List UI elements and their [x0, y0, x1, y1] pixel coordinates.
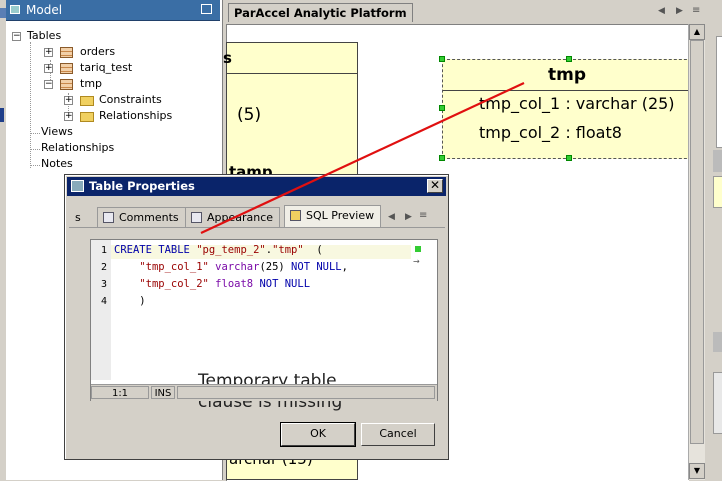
annotation-arrow-line — [200, 82, 525, 234]
annotation-arrow — [200, 82, 525, 234]
